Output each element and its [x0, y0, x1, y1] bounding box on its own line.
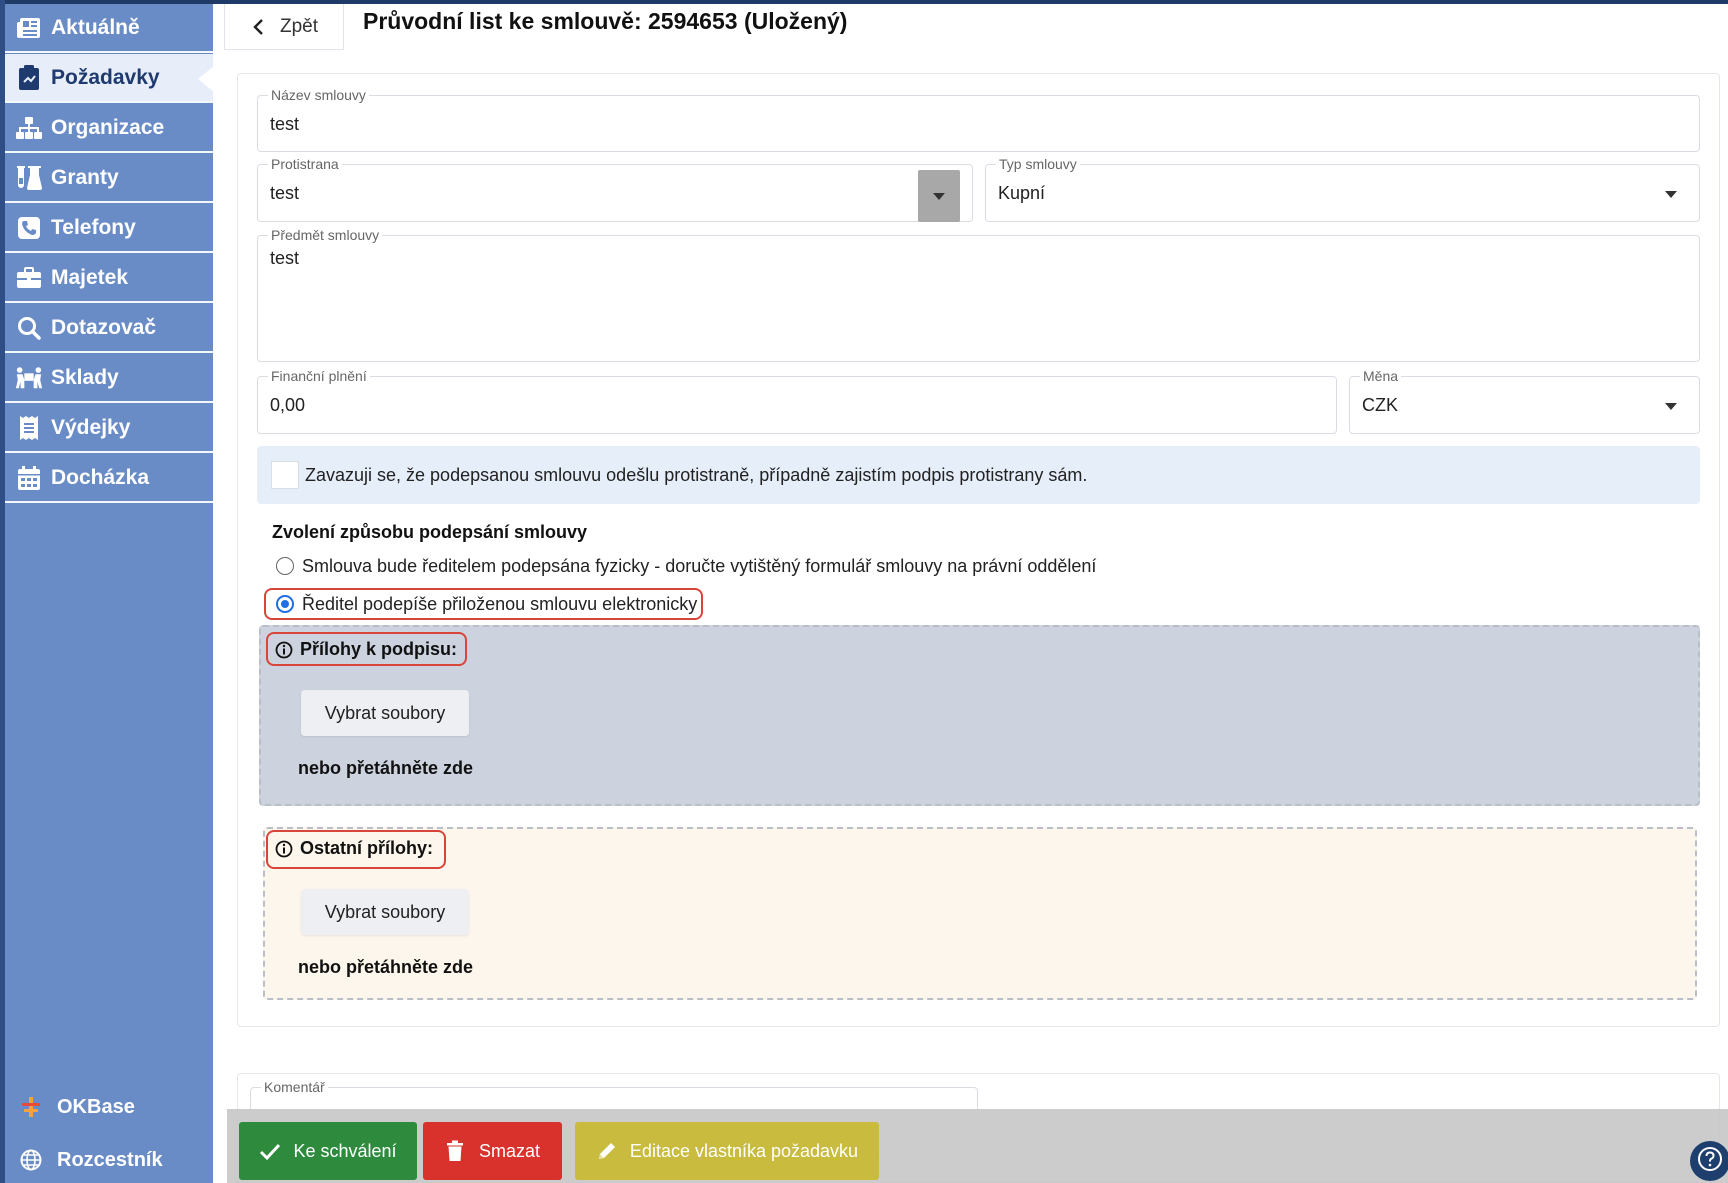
sidebar-item-label: Aktuálně [51, 15, 140, 39]
button-label: Ke schválení [293, 1140, 397, 1161]
sidebar-item-label: Granty [51, 165, 119, 189]
button-label: Smazat [478, 1140, 541, 1161]
select-files-button[interactable]: Vybrat soubory [301, 690, 469, 736]
highlight-box [266, 632, 467, 666]
sidebar-item-label: Požadavky [51, 65, 160, 89]
delete-button[interactable]: Smazat [423, 1122, 562, 1180]
commitment-text: Zavazuji se, že podepsanou smlouvu odešl… [305, 464, 1088, 485]
field-value: CZK [1362, 395, 1398, 415]
sidebar-item-label: Výdejky [51, 415, 131, 439]
search-icon [15, 314, 43, 342]
sidebar-item-aktualne[interactable]: Aktuálně [5, 4, 213, 53]
sidebar-footer-rozcestnik[interactable]: Rozcestník [5, 1140, 213, 1180]
field-label: Předmět smlouvy [268, 227, 383, 243]
sidebar-footer-okbase[interactable]: OKBase [5, 1087, 213, 1127]
field-label: Měna [1360, 368, 1402, 384]
sidebar-item-pozadavky[interactable]: Požadavky [5, 54, 214, 103]
globe-icon [19, 1148, 43, 1172]
field-value: test [270, 183, 300, 203]
briefcase-icon [15, 264, 43, 292]
caret-down-icon [933, 192, 945, 200]
subject-textarea[interactable]: Předmět smlouvy test [257, 227, 1700, 362]
field-label: Protistrana [268, 156, 342, 172]
highlight-box [266, 830, 446, 869]
sidebar-item-granty[interactable]: Granty [5, 154, 213, 203]
select-files-button[interactable]: Vybrat soubory [301, 889, 469, 935]
sidebar-item-label: Majetek [51, 265, 129, 289]
help-button[interactable] [1690, 1141, 1728, 1181]
sidebar-item-dotazovac[interactable]: Dotazovač [5, 304, 213, 353]
sidebar-footer-label: OKBase [57, 1095, 135, 1118]
field-label: Finanční plnění [268, 368, 370, 384]
sidebar-item-label: Docházka [51, 465, 150, 489]
contract-name-field[interactable]: Název smlouvy test [257, 87, 1700, 152]
pencil-icon [596, 1140, 618, 1162]
other-attachments-dropzone[interactable] [263, 827, 1697, 1000]
drop-hint: nebo přetáhněte zde [298, 957, 474, 977]
currency-select[interactable]: Měna CZK [1349, 368, 1700, 434]
financial-field[interactable]: Finanční plnění 0,00 [257, 368, 1337, 434]
caret-down-icon [1665, 191, 1677, 198]
flask-icon [15, 164, 43, 192]
edit-owner-button[interactable]: Editace vlastníka požadavku [575, 1122, 879, 1180]
field-value: test [270, 114, 300, 134]
newspaper-icon [15, 14, 43, 42]
radio-label: Smlouva bude ředitelem podepsána fyzicky… [302, 555, 1097, 576]
counterparty-field[interactable]: Protistrana test [257, 156, 973, 222]
field-value: Kupní [998, 183, 1046, 203]
button-label: Editace vlastníka požadavku [629, 1140, 859, 1161]
sidebar-item-vydejky[interactable]: Výdejky [5, 404, 213, 453]
sidebar-item-majetek[interactable]: Majetek [5, 254, 213, 303]
sidebar-item-label: Organizace [51, 115, 165, 139]
radio-button[interactable] [276, 557, 294, 575]
commitment-checkbox[interactable] [271, 461, 299, 489]
signing-method-title: Zvolení způsobu podepsání smlouvy [272, 522, 588, 542]
phone-icon [15, 214, 43, 242]
sidebar-item-label: Sklady [51, 365, 119, 389]
sidebar-item-organizace[interactable]: Organizace [5, 104, 213, 153]
commitment-box: Zavazuji se, že podepsanou smlouvu odešl… [257, 446, 1700, 504]
highlight-box [264, 588, 703, 620]
back-button[interactable]: Zpět [224, 4, 344, 50]
field-label: Komentář [261, 1079, 328, 1095]
people-carry-icon [15, 364, 43, 392]
sidebar: Aktuálně Požadavky Organizace Granty Tel… [5, 4, 214, 1183]
sidebar-item-sklady[interactable]: Sklady [5, 354, 213, 403]
clipboard-icon [15, 64, 43, 92]
back-label: Zpět [279, 15, 319, 37]
sidebar-item-telefony[interactable]: Telefony [5, 204, 213, 253]
sign-attachments-dropzone[interactable] [259, 625, 1700, 806]
field-label: Název smlouvy [268, 87, 369, 103]
check-icon [259, 1140, 281, 1162]
sidebar-item-label: Telefony [51, 215, 136, 239]
approve-button[interactable]: Ke schválení [239, 1122, 417, 1180]
sidebar-footer-label: Rozcestník [57, 1148, 163, 1171]
sidebar-item-dochazka[interactable]: Docházka [5, 454, 213, 503]
contract-type-select[interactable]: Typ smlouvy Kupní [985, 156, 1700, 222]
receipt-icon [15, 414, 43, 442]
signing-option-physical[interactable]: Smlouva bude ředitelem podepsána fyzicky… [276, 553, 1096, 579]
counterparty-dropdown-button[interactable] [918, 170, 960, 222]
field-label: Typ smlouvy [996, 156, 1080, 172]
chevron-left-icon [250, 18, 268, 36]
field-value: test [270, 248, 300, 268]
trash-icon [445, 1140, 467, 1162]
drop-hint: nebo přetáhněte zde [298, 758, 474, 778]
okbase-logo-icon [19, 1095, 43, 1119]
sidebar-item-label: Dotazovač [51, 315, 157, 339]
help-icon [1697, 1146, 1723, 1177]
sitemap-icon [15, 114, 43, 142]
caret-down-icon [1665, 403, 1677, 410]
field-value: 0,00 [270, 395, 306, 415]
calendar-icon [15, 464, 43, 492]
page-title: Průvodní list ke smlouvě: 2594653 (Ulože… [363, 8, 848, 34]
